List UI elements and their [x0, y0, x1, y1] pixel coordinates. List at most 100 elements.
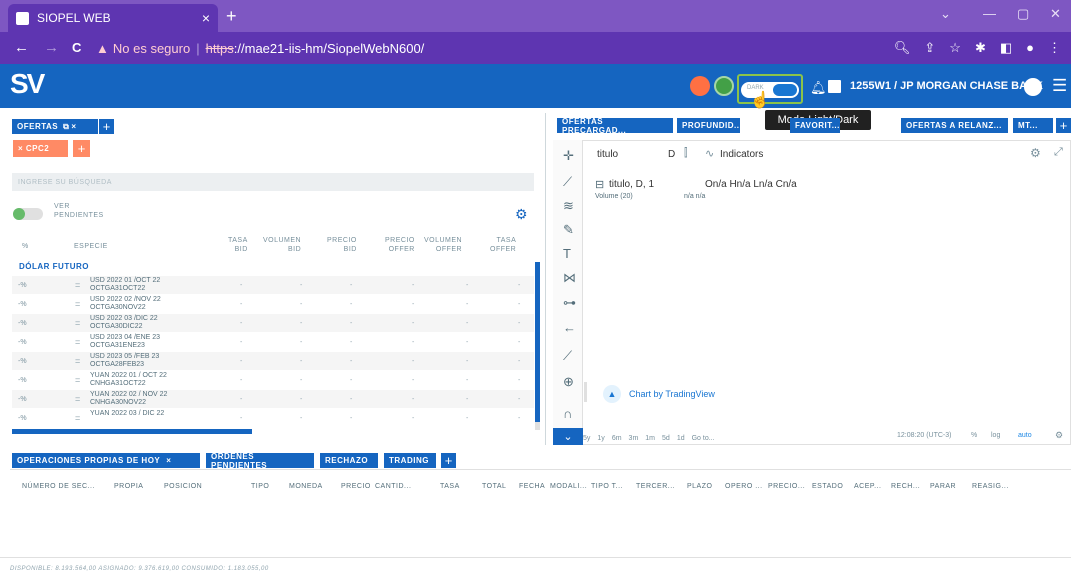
ops-column-header[interactable]: TASA [440, 483, 460, 490]
tab-ofertas[interactable]: OFERTAS ⧉ × [12, 119, 98, 134]
add-tab-button[interactable]: + [99, 119, 114, 134]
chart-add-tab-button[interactable]: + [1056, 118, 1071, 133]
settings-gear-icon[interactable]: ⚙ [515, 206, 528, 223]
maximize-button[interactable]: ▢ [1017, 6, 1029, 22]
chart-tab[interactable]: PROFUNDID... [677, 118, 742, 133]
tab-close-button[interactable]: × [202, 10, 210, 26]
minimize-button[interactable]: — [983, 6, 996, 21]
chip-cpc2[interactable]: × CPC2 [13, 140, 68, 157]
menu-icon[interactable]: ☰ [1052, 76, 1067, 96]
text-tool-icon[interactable]: T [563, 246, 571, 261]
user-avatar-icon[interactable] [1024, 78, 1042, 96]
range-1m[interactable]: 1m [645, 435, 655, 442]
magnet-icon[interactable]: ∩ [563, 406, 572, 421]
ops-column-header[interactable]: REASIG... [972, 483, 1009, 490]
row-menu-icon[interactable]: = [75, 356, 80, 366]
chart-settings-icon[interactable]: ⚙ [1030, 146, 1041, 160]
row-menu-icon[interactable]: = [75, 299, 80, 309]
horizontal-scrollbar[interactable] [12, 429, 252, 434]
range-6m[interactable]: 6m [612, 435, 622, 442]
row-menu-icon[interactable]: = [75, 413, 80, 423]
chart-interval[interactable]: D [668, 149, 675, 160]
search-input[interactable]: INGRESE SU BÚSQUEDA [12, 173, 534, 191]
candles-icon[interactable]: ⫿ [684, 147, 688, 160]
back-button[interactable]: ← [14, 39, 29, 56]
sidepanel-icon[interactable]: ◧ [1000, 40, 1012, 56]
table-row[interactable]: -% = USD 2022 01 /OCT 22 OCTGA31OCT22 - - - - - - [12, 276, 534, 295]
trendline-icon[interactable]: ⟋ [563, 174, 572, 190]
tab-search-icon[interactable]: ⌄ [940, 6, 951, 22]
range-settings-icon[interactable]: ⚙ [1055, 430, 1063, 441]
url-field[interactable]: ▲ No es seguro | https ://mae21-iis-hm/S… [96, 36, 896, 60]
row-menu-icon[interactable]: = [75, 337, 80, 347]
table-row[interactable]: -% = USD 2022 02 /NOV 22 OCTGA30NOV22 - - - - - - [12, 295, 534, 314]
ops-column-header[interactable]: TIPO T... [591, 483, 623, 490]
ops-column-header[interactable]: POSICION [164, 483, 202, 490]
row-menu-icon[interactable]: = [75, 375, 80, 385]
ops-column-header[interactable]: PLAZO [687, 483, 712, 490]
crosshair-icon[interactable]: ✛ [563, 148, 574, 164]
add-chip-button[interactable]: + [73, 140, 90, 157]
table-row[interactable]: -% = YUAN 2022 03 / DIC 22 - - - - - - [12, 409, 534, 428]
table-scrollbar[interactable] [535, 262, 540, 430]
tab-ofertas-close[interactable]: × [71, 122, 76, 131]
ops-tab[interactable]: ORDENES PENDIENTES [206, 452, 314, 470]
ops-column-header[interactable]: CANTID... [375, 483, 411, 490]
forward-button[interactable]: → [44, 39, 59, 56]
brush-icon[interactable]: ✎ [563, 222, 574, 238]
fullscreen-icon[interactable]: ⤢ [1054, 146, 1063, 159]
bookmark-star-icon[interactable]: ☆ [949, 40, 961, 56]
ops-column-header[interactable]: TIPO [251, 483, 269, 490]
goto-button[interactable]: Go to... [692, 435, 715, 442]
ops-column-header[interactable]: TOTAL [482, 483, 506, 490]
close-window-button[interactable]: ✕ [1050, 6, 1061, 22]
back-arrow-icon[interactable]: ← [563, 320, 576, 335]
dollar-icon[interactable] [714, 76, 734, 96]
range-3m[interactable]: 3m [629, 435, 639, 442]
browser-tab[interactable]: SIOPEL WEB × [8, 4, 218, 32]
fib-icon[interactable]: ≋ [563, 198, 574, 214]
table-row[interactable]: -% = YUAN 2022 02 / NOV 22 CNHGA30NOV22 - - - -… [12, 390, 534, 409]
ops-column-header[interactable]: RECH... [891, 483, 920, 490]
ops-column-header[interactable]: OPERO ... [725, 483, 763, 490]
extensions-icon[interactable]: ✱ [975, 40, 986, 56]
range-5d[interactable]: 5d [662, 435, 670, 442]
legend-collapse-icon[interactable]: ⊟ [595, 178, 604, 191]
share-icon[interactable]: ⇪ [924, 40, 935, 56]
chart-tab[interactable]: OFERTAS PRECARGAD... [557, 117, 673, 135]
pendientes-toggle[interactable] [13, 208, 43, 220]
ops-column-header[interactable]: MODALI... [550, 483, 587, 490]
ops-column-header[interactable]: PROPIA [114, 483, 143, 490]
ops-column-header[interactable]: PRECIO [341, 483, 371, 490]
chart-tab[interactable]: MT... [1013, 118, 1053, 133]
bell-icon[interactable]: 🔔︎ [810, 80, 827, 96]
ops-tab[interactable]: OPERACIONES PROPIAS DE HOY × [12, 453, 200, 468]
ops-column-header[interactable]: TERCER... [636, 483, 675, 490]
zoom-in-icon[interactable]: ⊕ [563, 374, 574, 390]
chart-tab[interactable]: OFERTAS A RELANZ... [901, 118, 1008, 133]
scrollbar-thumb[interactable] [535, 262, 540, 422]
reload-button[interactable]: C [72, 40, 81, 55]
pattern-icon[interactable]: ⋈ [563, 270, 576, 286]
ops-column-header[interactable]: PRECIO... [768, 483, 805, 490]
table-row[interactable]: -% = USD 2023 04 /ENE 23 OCTGA31ENE23 - - - - - - [12, 333, 534, 352]
indicators-button[interactable]: Indicators [720, 149, 763, 160]
save-icon[interactable] [828, 80, 841, 93]
exchange-icon[interactable] [690, 76, 710, 96]
log-toggle[interactable]: log [991, 432, 1000, 439]
chevron-down-icon[interactable]: ⌄ [553, 428, 583, 445]
ops-column-header[interactable]: FECHA [519, 483, 545, 490]
ops-column-header[interactable]: PARAR [930, 483, 956, 490]
row-menu-icon[interactable]: = [75, 280, 80, 290]
percent-toggle[interactable]: % [971, 432, 977, 439]
chart-symbol[interactable]: titulo [597, 149, 618, 160]
tradingview-attribution[interactable]: Chart by TradingView [629, 389, 715, 399]
ops-column-header[interactable]: NÚMERO DE SEC... [22, 483, 95, 490]
range-1d[interactable]: 1d [677, 435, 685, 442]
ops-tab-close[interactable]: × [166, 456, 171, 465]
ops-column-header[interactable]: MONEDA [289, 483, 323, 490]
range-1y[interactable]: 1y [597, 435, 604, 442]
ops-add-tab-button[interactable]: + [441, 453, 456, 468]
new-tab-button[interactable]: + [226, 6, 237, 27]
ops-column-header[interactable]: ESTADO [812, 483, 843, 490]
